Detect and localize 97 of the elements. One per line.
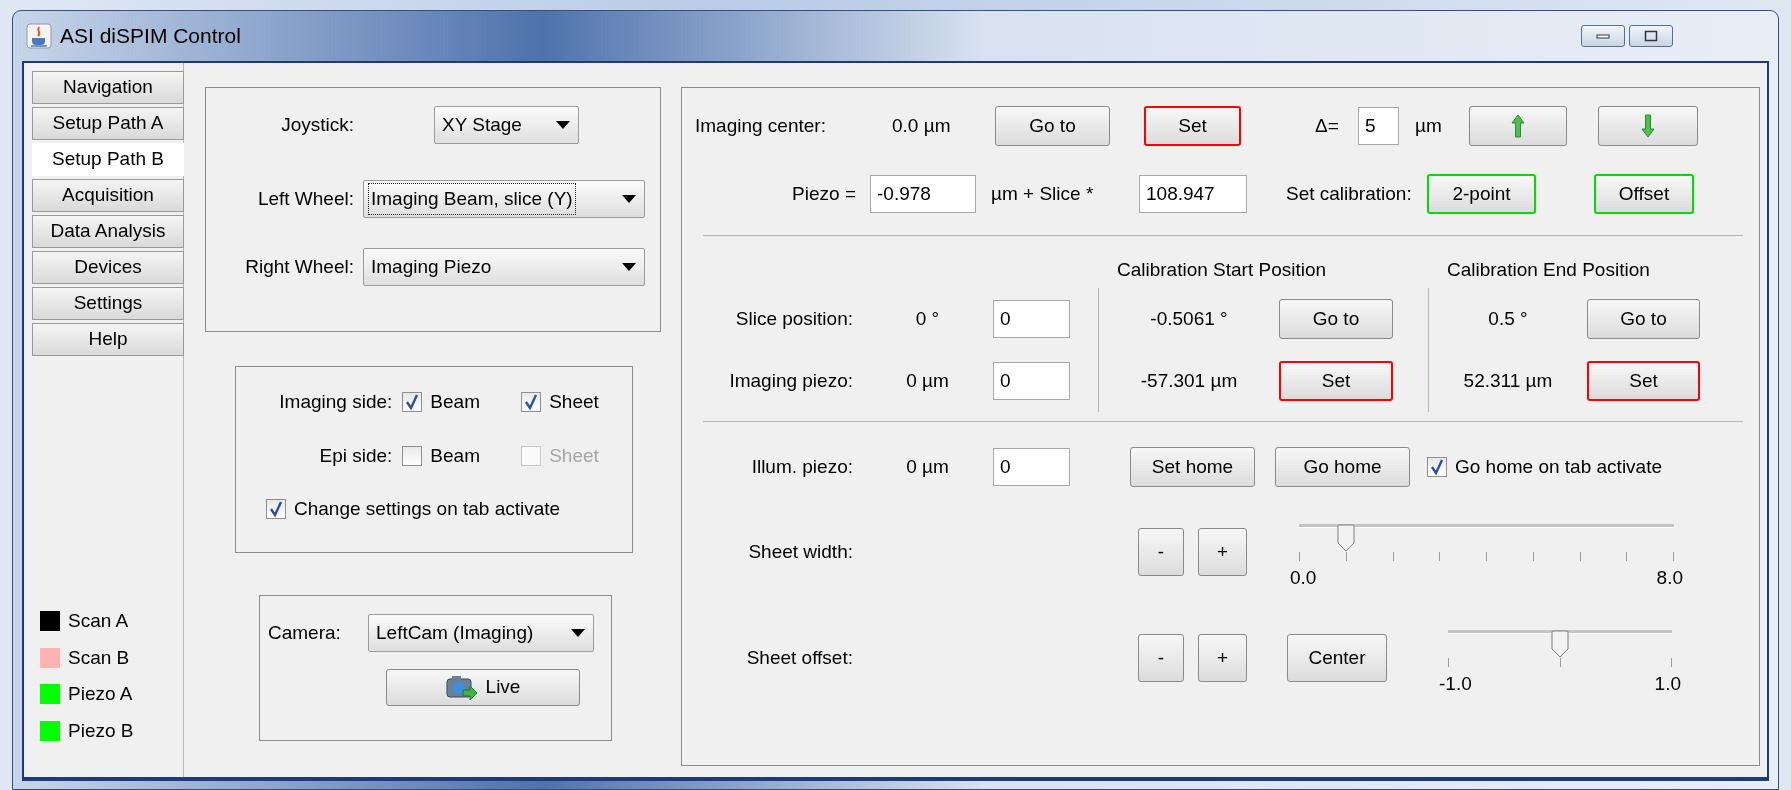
go-home-button[interactable]: Go home (1275, 447, 1410, 487)
column-heading: Calibration End Position (1446, 257, 1650, 282)
center-button[interactable]: Center (1287, 634, 1387, 683)
checkbox-label: Beam (430, 389, 480, 414)
reading-value: 0 µm (905, 368, 950, 393)
minimize-icon (1596, 33, 1610, 39)
field-label: Imaging side: (278, 389, 394, 414)
dropdown[interactable]: XY Stage (434, 106, 579, 144)
checkbox[interactable] (402, 392, 423, 412)
legend-label: Scan B (68, 645, 130, 670)
checkbox-label: Sheet (549, 443, 599, 468)
slider-thumb[interactable] (1336, 524, 1355, 552)
checkbox[interactable] (521, 392, 542, 412)
tab[interactable]: Help (32, 323, 184, 356)
dropdown[interactable]: Imaging Piezo (363, 248, 645, 286)
scale-label: 8.0 (1656, 566, 1683, 590)
field-label: µm + Slice * (991, 181, 1094, 206)
reading-value: 0.0 µm (892, 113, 951, 138)
plus-button[interactable]: + (1198, 528, 1247, 577)
field-label: Camera: (268, 620, 342, 645)
minus-button[interactable]: - (1138, 528, 1184, 577)
field-label: Epi side: (318, 443, 394, 468)
up-button[interactable] (1469, 106, 1567, 146)
dropdown[interactable]: Imaging Beam, slice (Y) (363, 180, 645, 218)
input-field[interactable]: 5 (1358, 107, 1399, 145)
cup-icon (26, 23, 52, 49)
column-heading: Calibration Start Position (1116, 257, 1327, 282)
plus-button[interactable]: + (1198, 634, 1247, 683)
input-field[interactable]: -0.978 (870, 175, 976, 213)
field-label: Right Wheel: (244, 254, 354, 279)
set-button[interactable]: Set (1279, 361, 1393, 401)
checkbox[interactable] (1427, 457, 1447, 477)
offset-button[interactable]: Offset (1594, 174, 1694, 214)
minimize-button[interactable] (1581, 25, 1625, 47)
dropdown-arrow-icon (556, 121, 570, 129)
input-field[interactable]: 0 (993, 448, 1070, 486)
reading-value: -0.5061 ° (1150, 306, 1228, 331)
live-button[interactable]: Live (386, 669, 580, 706)
reading-value: 52.311 µm (1463, 368, 1553, 393)
tab[interactable]: Acquisition (32, 179, 184, 212)
reading-value: 0 ° (914, 306, 941, 331)
tab[interactable]: Setup Path B (32, 143, 184, 176)
scale-label: -1.0 (1439, 672, 1472, 696)
dropdown-arrow-icon (571, 629, 585, 637)
field-label: Joystick: (280, 112, 354, 137)
checkbox-label: Beam (430, 443, 480, 468)
checkbox-label: Sheet (549, 389, 599, 414)
tab[interactable]: Data Analysis (32, 215, 184, 248)
go-to-button[interactable]: Go to (995, 106, 1110, 146)
slider-thumb[interactable] (1551, 630, 1569, 658)
reading-value: -57.301 µm (1140, 368, 1238, 393)
checkbox-label: Go home on tab activate (1455, 454, 1662, 479)
set-button[interactable]: Set (1144, 106, 1241, 146)
go-to-button[interactable]: Go to (1279, 299, 1393, 339)
reading-value: 0.5 ° (1488, 306, 1528, 331)
field-label: Piezo = (791, 181, 857, 206)
camera-icon (445, 673, 478, 702)
dropdown-arrow-icon (622, 195, 636, 203)
go-to-button[interactable]: Go to (1587, 299, 1700, 339)
checkbox[interactable] (266, 499, 286, 520)
legend-label: Piezo B (68, 718, 134, 743)
two-point-button[interactable]: 2-point (1427, 174, 1536, 214)
set-button[interactable]: Set (1587, 361, 1700, 401)
input-field[interactable]: 108.947 (1139, 175, 1247, 213)
input-field[interactable]: 0 (993, 362, 1070, 400)
field-label: Sheet width: (747, 540, 854, 564)
legend-label: Piezo A (68, 682, 133, 706)
field-label: Left Wheel: (256, 186, 354, 211)
tab[interactable]: Navigation (32, 71, 184, 104)
tab[interactable]: Setup Path A (32, 107, 184, 140)
unit-label: µm (1415, 113, 1442, 138)
arrow-up-icon (1511, 114, 1525, 138)
field-label: Sheet offset: (745, 646, 854, 670)
field-label: Illum. piezo: (750, 454, 854, 479)
field-label: Imaging center: (695, 113, 826, 138)
field-label: Set calibration: (1286, 181, 1412, 206)
dropdown-arrow-icon (622, 263, 636, 271)
dropdown[interactable]: LeftCam (Imaging) (368, 614, 594, 652)
scale-label: 1.0 (1654, 672, 1681, 696)
input-field[interactable]: 0 (993, 300, 1070, 338)
checkbox-label: Change settings on tab activate (294, 497, 561, 521)
reading-value: 0 µm (905, 454, 950, 479)
down-button[interactable] (1598, 106, 1698, 146)
tab[interactable]: Settings (32, 287, 184, 320)
scale-label: 0.0 (1290, 566, 1317, 590)
checkbox[interactable] (402, 446, 423, 466)
field-label: Slice position: (734, 306, 854, 331)
maximize-button[interactable] (1629, 25, 1673, 47)
field-label: Δ= (1315, 113, 1339, 138)
set-home-button[interactable]: Set home (1130, 447, 1255, 487)
maximize-icon (1644, 30, 1658, 42)
minus-button[interactable]: - (1138, 634, 1184, 683)
arrow-down-icon (1641, 114, 1655, 138)
window-title: ASI diSPIM Control (60, 23, 241, 50)
field-label: Imaging piezo: (728, 368, 854, 393)
tab[interactable]: Devices (32, 251, 184, 284)
legend-label: Scan A (68, 609, 129, 633)
